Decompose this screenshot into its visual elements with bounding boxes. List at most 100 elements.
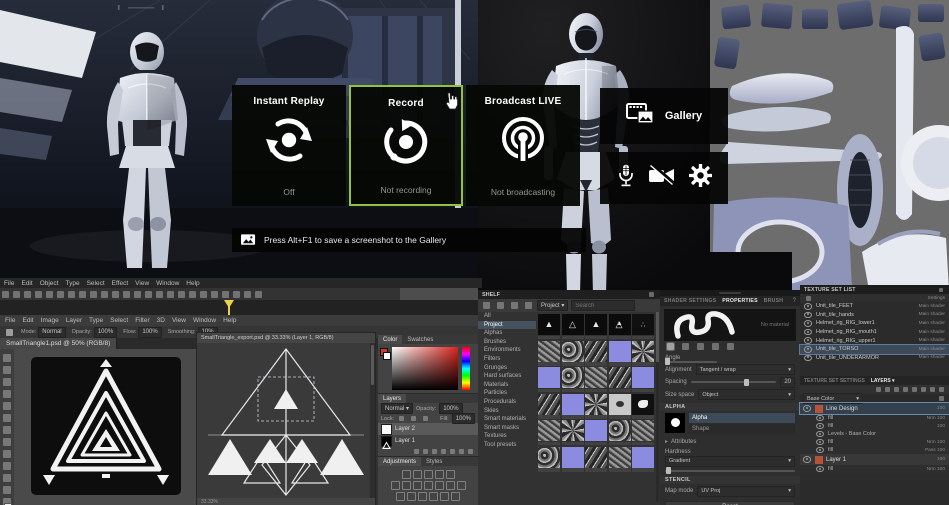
layer-action-icon[interactable] (903, 387, 908, 393)
stencil-reset-button[interactable]: Reset No stencil (Del/Bcksp) (665, 500, 795, 505)
adjustment-icon[interactable] (401, 481, 411, 490)
ps-tool-icon[interactable] (3, 390, 11, 398)
layers-action-icon[interactable] (450, 449, 455, 454)
shelf-category-hard-surfaces[interactable]: Hard surfaces (478, 372, 536, 381)
shelf-category-brushes[interactable]: Brushes (478, 338, 536, 347)
properties-tab-shader-settings[interactable]: SHADER SETTINGS (664, 298, 716, 304)
adjustment-icon[interactable] (418, 492, 427, 501)
texture-set-menu-icon[interactable] (939, 287, 943, 292)
shelf-scrollbar[interactable] (656, 312, 659, 502)
shelf-resource-purple[interactable] (538, 367, 560, 392)
ps-menu-select[interactable]: Select (110, 317, 128, 324)
attributes-toggle[interactable]: ▸ Attributes (660, 437, 800, 447)
brush-tool-icon[interactable] (666, 342, 675, 351)
tool-preset-icon[interactable] (6, 328, 13, 336)
visibility-eye-icon[interactable] (804, 337, 812, 344)
layers-action-icon[interactable] (459, 449, 464, 454)
ps-menu-edit[interactable]: Edit (22, 317, 33, 324)
option-value[interactable]: Normal (38, 326, 66, 338)
floating-window-title[interactable]: SmallTriangle_export.psd @ 33.33% (Layer… (201, 335, 334, 341)
visibility-eye-icon[interactable] (804, 311, 812, 319)
layers-action-icon[interactable] (468, 449, 473, 454)
bg-toolbar-icon[interactable] (167, 290, 174, 298)
shelf-resource-alpha2[interactable]: △ (561, 314, 584, 339)
shelf-resource-alpha1[interactable]: ▲ (585, 314, 607, 339)
bg-menu-file[interactable]: File (4, 280, 14, 287)
layers-action-icon[interactable] (441, 449, 446, 454)
fill-value[interactable]: 100% (451, 413, 475, 424)
bg-toolbar-icon[interactable] (35, 290, 42, 298)
shelf-filter-dropdown[interactable]: Project ▾ (537, 300, 569, 311)
shelf-category-particles[interactable]: Particles (478, 389, 536, 398)
gear-icon[interactable] (687, 163, 713, 192)
bg-menu-window[interactable]: Window (156, 280, 179, 287)
shelf-folder-icon[interactable] (483, 302, 490, 309)
shelf-category-tool-presets[interactable]: Tool presets (478, 441, 536, 450)
smudge-tool-icon[interactable] (727, 343, 734, 350)
shelf-resource-g4[interactable] (585, 393, 607, 419)
shelf-resource-g3[interactable] (585, 446, 607, 472)
ps-menu-help[interactable]: Help (223, 317, 236, 324)
ps-menu-type[interactable]: Type (89, 317, 103, 324)
map-mode-dropdown[interactable]: UV Proj ▾ (697, 485, 795, 497)
bg-toolbar-icon[interactable] (211, 290, 218, 298)
shelf-resource-g2[interactable] (561, 367, 584, 392)
visibility-eye-icon[interactable] (804, 346, 812, 353)
shelf-resource-alpha1[interactable]: ▲ (538, 314, 560, 339)
timeline-strip[interactable] (0, 300, 478, 315)
adjustment-icon[interactable] (423, 470, 433, 479)
color-tab-color[interactable]: Color (378, 335, 403, 344)
shelf-resource-g1[interactable] (632, 420, 654, 445)
alpha-row-alpha[interactable]: Alpha (689, 412, 795, 423)
shelf-category-grunges[interactable]: Grunges (478, 364, 536, 373)
gallery-button[interactable]: Gallery (600, 88, 728, 144)
bg-menu-effect[interactable]: Effect (112, 280, 129, 287)
document-tab[interactable]: SmallTriangle1.psd @ 50% (RGB/8) (0, 338, 118, 349)
ps-menu-file[interactable]: File (5, 317, 15, 324)
blend-mode-dropdown[interactable]: Normal ▾ (381, 403, 414, 414)
shelf-category-filters[interactable]: Filters (478, 355, 536, 364)
bg-toolbar-icon[interactable] (145, 290, 152, 298)
eraser-tool-icon[interactable] (682, 343, 689, 350)
shelf-resource-g2[interactable] (538, 446, 560, 472)
ps-tool-icon[interactable] (3, 438, 11, 446)
bg-toolbar-icon[interactable] (2, 290, 9, 298)
help-icon[interactable]: ? (793, 298, 796, 304)
param-dropdown[interactable]: Tangent / wrap ▾ (695, 364, 795, 375)
layer-levels---base-color[interactable]: Levels - Base Color (800, 430, 949, 439)
shelf-resource-g3[interactable] (608, 367, 631, 392)
visibility-eye-icon[interactable] (816, 446, 824, 454)
param-value[interactable]: 20 (780, 376, 795, 388)
shelf-resource-purple[interactable] (561, 393, 584, 419)
ps-tool-icon[interactable] (3, 378, 11, 386)
visibility-eye-icon[interactable] (804, 328, 812, 336)
background-color-swatch[interactable] (383, 352, 391, 360)
layer-action-icon[interactable] (921, 387, 926, 393)
shelf-category-skies[interactable]: Skies (478, 407, 536, 416)
layer-action-icon[interactable] (930, 387, 935, 393)
ps-tool-icon[interactable] (3, 426, 11, 434)
texture-set-settings-label[interactable]: Settings (928, 296, 945, 301)
layer-fill[interactable]: fill Nrm 100 (800, 465, 949, 474)
adjustment-icon[interactable] (412, 481, 422, 490)
bg-toolbar-icon[interactable] (222, 290, 229, 298)
adjustments-tab-adjustments[interactable]: Adjustments (378, 457, 422, 466)
adjustment-icon[interactable] (390, 481, 400, 490)
uv-2d-viewport[interactable] (710, 0, 949, 290)
shelf-resource-g1[interactable] (538, 340, 560, 366)
visibility-eye-icon[interactable] (804, 354, 812, 362)
properties-tab-brush[interactable]: BRUSH (764, 298, 783, 304)
param-dropdown[interactable]: Object ▾ (698, 389, 795, 400)
shelf-category-environments[interactable]: Environments (478, 346, 536, 355)
bg-toolbar-icon[interactable] (200, 290, 207, 298)
texture-set-unit_tile_feet[interactable]: Unit_tile_FEET Main shader (800, 302, 949, 311)
bg-toolbar-icon[interactable] (68, 290, 75, 298)
layer-group-line-design[interactable]: Line Design 100 (799, 402, 949, 416)
dock-handle[interactable] (719, 292, 741, 294)
ps-layer-row[interactable]: Layer 1 (378, 435, 478, 449)
canvas-2[interactable] (197, 343, 375, 498)
adjustment-icon[interactable] (407, 492, 416, 501)
ps-tool-icon[interactable] (3, 354, 11, 362)
hardness-slider-handle[interactable] (666, 467, 672, 474)
bg-toolbar-icon[interactable] (134, 290, 141, 298)
